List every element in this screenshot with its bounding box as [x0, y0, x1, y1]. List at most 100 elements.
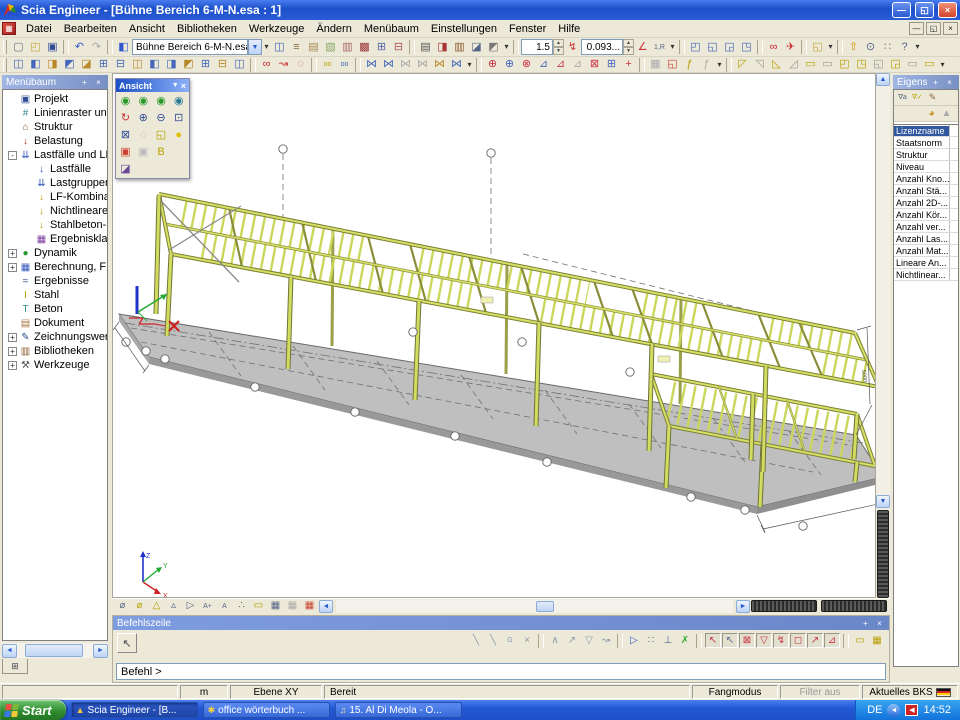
scroll-up-icon[interactable]: ▲	[876, 73, 890, 86]
link-members-icon[interactable]: ⋈	[397, 57, 414, 72]
pin-icon[interactable]: +	[79, 77, 90, 88]
member-tool-icon[interactable]: ◨	[44, 57, 61, 72]
mesh-icon[interactable]: ▩	[356, 40, 373, 55]
spin-up-icon[interactable]: ▲	[623, 39, 634, 47]
geometry-icon[interactable]: +	[620, 57, 637, 72]
tree-item[interactable]: ↓ Stahlbeton-LFK	[3, 218, 107, 232]
save-gray-icon[interactable]: ▦	[647, 57, 664, 72]
tree-item[interactable]: I Stahl	[3, 288, 107, 302]
property-row[interactable]: Anzahl 2D-...	[894, 197, 958, 209]
edit-pencil-icon[interactable]: ✎	[925, 90, 940, 105]
pin-icon[interactable]: +	[930, 77, 941, 88]
property-row[interactable]: Lizenzname	[894, 125, 958, 137]
scroll-thumb[interactable]	[25, 644, 83, 657]
spin-down-icon[interactable]: ▼	[623, 47, 634, 55]
property-value[interactable]	[949, 233, 958, 244]
link-members-icon[interactable]: ⋈	[448, 57, 465, 72]
selection-icon[interactable]: ▧	[322, 40, 339, 55]
labels-plus-icon[interactable]: A+	[199, 600, 216, 613]
shading-icon[interactable]: ▵	[165, 600, 182, 613]
perspective-icon[interactable]: ◪	[117, 162, 134, 176]
format-caret[interactable]: ▾	[668, 40, 677, 55]
ansicht-close-icon[interactable]: ×	[181, 81, 186, 91]
node-snap-icon[interactable]: ⊕	[501, 57, 518, 72]
ruler-snap-icon[interactable]: ▭	[852, 633, 868, 648]
zoom-all-icon[interactable]: ⊠	[117, 128, 134, 142]
render-photo-icon[interactable]: ▣	[117, 145, 134, 159]
view-plane-icon[interactable]: ▭	[819, 57, 836, 72]
status-bks[interactable]: Aktuelles BKS	[862, 685, 958, 699]
taskbar-task[interactable]: ▲ Scia Engineer - [B...	[71, 702, 198, 718]
menu-item[interactable]: Ansicht	[123, 22, 171, 36]
snap-angle-icon[interactable]: ∧	[547, 633, 563, 648]
pins-icon[interactable]: ∷	[879, 40, 896, 55]
function-gray-icon[interactable]: ƒ	[698, 57, 715, 72]
snap-grid-icon[interactable]: ◻	[790, 633, 806, 648]
property-value[interactable]	[949, 257, 958, 268]
geometry-icon[interactable]: ⊿	[535, 57, 552, 72]
print-menu-caret[interactable]: ▾	[502, 40, 511, 55]
surfaces-icon[interactable]: △	[148, 600, 165, 613]
grid-red-icon[interactable]: ▦	[301, 600, 318, 613]
document-copy-icon[interactable]: ◪	[468, 40, 485, 55]
what-is-icon[interactable]: ?	[896, 40, 913, 55]
window-arrange-3-icon[interactable]: ◲	[721, 40, 738, 55]
snap-tri-icon[interactable]: ▽	[581, 633, 597, 648]
toolbar-grip[interactable]	[3, 40, 7, 54]
geometry-icon[interactable]: ⊠	[586, 57, 603, 72]
member-tool-icon[interactable]: ◧	[146, 57, 163, 72]
member-tool-icon[interactable]: ⊞	[197, 57, 214, 72]
property-value[interactable]	[949, 173, 958, 184]
ansicht-header[interactable]: Ansicht ▼ ×	[116, 79, 189, 92]
volume-icon[interactable]: ◀	[905, 704, 918, 716]
property-row[interactable]: Anzahl Stä...	[894, 185, 958, 197]
start-button[interactable]: Start	[0, 700, 66, 720]
tree-item[interactable]: + ⚒ Werkzeuge	[3, 358, 107, 372]
view-plane-icon[interactable]: ▭	[802, 57, 819, 72]
tree-expander-icon[interactable]: +	[8, 347, 17, 356]
tree-item[interactable]: + ▥ Bibliotheken	[3, 344, 107, 358]
wireframe-icon[interactable]: ⌀	[114, 600, 131, 613]
view-z-icon[interactable]: ◉	[153, 94, 170, 108]
minimize-button[interactable]: —	[892, 2, 911, 18]
workspace-panel-icon[interactable]: ◧	[115, 40, 132, 55]
menu-item[interactable]: Menübaum	[358, 22, 425, 36]
geometry-icon[interactable]: ⊿	[569, 57, 586, 72]
cross-sections-icon[interactable]: ◫	[271, 40, 288, 55]
visibility-lightbulb-icon[interactable]: ●	[170, 128, 187, 142]
tree-item[interactable]: ↓ Belastung	[3, 134, 107, 148]
redraw-icon[interactable]: ∞	[258, 57, 275, 72]
rotate-bar-vertical[interactable]	[877, 510, 889, 598]
new-document-icon[interactable]: ▢	[10, 40, 27, 55]
rotate-bar-2[interactable]	[821, 600, 887, 612]
view-axo-icon[interactable]: ◉	[170, 94, 187, 108]
project-caret-icon[interactable]: ▾	[262, 40, 271, 55]
member-tool-icon[interactable]: ◩	[180, 57, 197, 72]
link-members-icon[interactable]: ⋈	[363, 57, 380, 72]
model-viewport[interactable]: 5000 Z Y X	[112, 73, 876, 598]
view-plane-icon[interactable]: ◱	[870, 57, 887, 72]
scale-spinner[interactable]: 1.5	[521, 39, 553, 55]
member-tool-icon[interactable]: ◨	[163, 57, 180, 72]
cursor-select-button[interactable]: ↖	[117, 633, 137, 653]
status-filter[interactable]: Filter aus	[780, 685, 860, 699]
table-icon[interactable]: ▦	[267, 600, 284, 613]
menu-item[interactable]: Fenster	[503, 22, 552, 36]
print-icon[interactable]: ▤	[417, 40, 434, 55]
property-value[interactable]	[949, 209, 958, 220]
menu-item[interactable]: Einstellungen	[425, 22, 503, 36]
mdi-document-icon[interactable]: ▦	[2, 22, 16, 35]
tree-horizontal-scrollbar[interactable]: ◄ ►	[2, 643, 108, 658]
pan-left-icon[interactable]: ◄	[319, 600, 333, 613]
freehand-icon[interactable]: ↝	[275, 57, 292, 72]
snap-arrow-icon[interactable]: ↗	[564, 633, 580, 648]
menu-item[interactable]: Bearbeiten	[58, 22, 123, 36]
property-value[interactable]	[949, 185, 958, 196]
clipboard-icon[interactable]: ▥	[339, 40, 356, 55]
command-input[interactable]: Befehl >	[116, 663, 886, 680]
view-x-icon[interactable]: ◉	[117, 94, 134, 108]
undo-icon[interactable]: ↶	[71, 40, 88, 55]
tree-expander-icon[interactable]: +	[8, 249, 17, 258]
tree-item[interactable]: ↓ Nichtlineare LF	[3, 204, 107, 218]
view-plane-icon[interactable]: ◰	[836, 57, 853, 72]
